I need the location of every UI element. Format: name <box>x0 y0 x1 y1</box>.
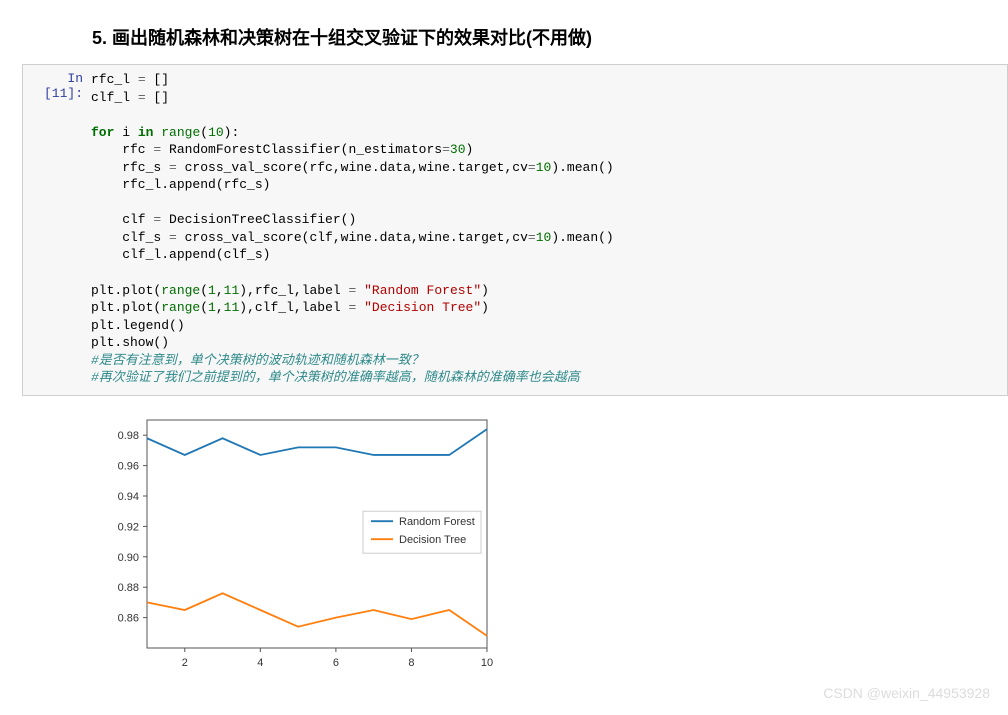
y-tick-label: 0.90 <box>118 552 139 564</box>
y-tick-label: 0.96 <box>118 460 139 472</box>
legend-label: Random Forest <box>399 516 475 528</box>
x-tick-label: 2 <box>182 657 188 669</box>
legend-label: Decision Tree <box>399 534 466 546</box>
section-heading: 5. 画出随机森林和决策树在十组交叉验证下的效果对比(不用做) <box>92 24 1008 50</box>
x-tick-label: 4 <box>257 657 263 669</box>
x-tick-label: 10 <box>481 657 493 669</box>
y-tick-label: 0.88 <box>118 582 139 594</box>
x-tick-label: 6 <box>333 657 339 669</box>
x-tick-label: 8 <box>408 657 414 669</box>
output-chart: 0.86 0.88 0.90 0.92 0.94 0.96 0.98 2 4 6 8 10 Random… <box>92 408 1008 678</box>
code-area: rfc_l = [] clf_l = [] for i in range(10)… <box>91 65 1007 395</box>
y-tick-label: 0.98 <box>118 430 139 442</box>
code-cell: In [11]: rfc_l = [] clf_l = [] for i in … <box>22 64 1008 396</box>
line-chart-svg: 0.86 0.88 0.90 0.92 0.94 0.96 0.98 2 4 6 8 10 Random… <box>92 408 497 678</box>
y-tick-label: 0.86 <box>118 612 139 624</box>
watermark: CSDN @weixin_44953928 <box>823 685 990 701</box>
y-tick-label: 0.92 <box>118 521 139 533</box>
input-prompt: In [11]: <box>23 65 91 395</box>
y-tick-label: 0.94 <box>118 491 139 503</box>
